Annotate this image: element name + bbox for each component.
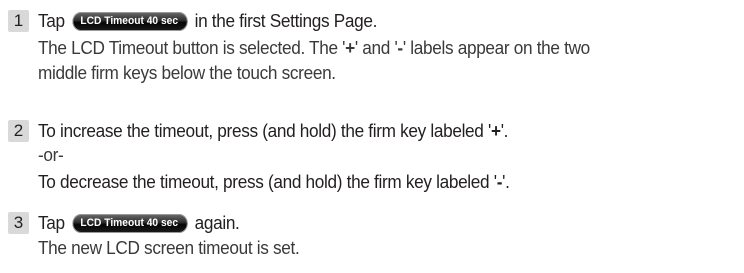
step-2: 2 To increase the timeout, press (and ho…: [0, 120, 744, 200]
button-label: LCD Timeout: [80, 216, 144, 229]
step-number: 1: [8, 10, 29, 32]
step-instruction: To increase the timeout, press (and hold…: [38, 120, 508, 142]
step-3: 3 Tap LCD Timeout 40 sec again. The new …: [0, 212, 744, 272]
step-instruction: Tap LCD Timeout 40 sec again.: [38, 212, 240, 234]
lcd-timeout-button[interactable]: LCD Timeout 40 sec: [72, 213, 188, 233]
plus-key-label: +: [490, 120, 501, 141]
button-value: 40 sec: [146, 216, 179, 229]
plus-key-label: +: [345, 37, 355, 58]
description-text: The LCD Timeout button is selected. The …: [38, 37, 346, 58]
instruction-text: To decrease the timeout, press (and hold…: [38, 171, 497, 192]
step-instruction: To decrease the timeout, press (and hold…: [38, 171, 510, 193]
step-number: 3: [8, 212, 29, 234]
step-description: middle firm keys below the touch screen.: [38, 62, 336, 83]
button-label: LCD Timeout: [80, 14, 144, 27]
or-separator: -or-: [38, 144, 64, 165]
instruction-text: Tap: [38, 10, 65, 31]
instruction-text: Tap: [38, 212, 65, 233]
description-text: ' and ': [354, 37, 398, 58]
instruction-text: '.: [500, 120, 509, 141]
instruction-text: again.: [194, 212, 240, 233]
lcd-timeout-button[interactable]: LCD Timeout 40 sec: [72, 11, 188, 31]
button-value: 40 sec: [146, 14, 179, 27]
step-description: The LCD Timeout button is selected. The …: [38, 37, 590, 59]
description-text: ' labels appear on the two: [402, 37, 590, 58]
step-description: The new LCD screen timeout is set.: [38, 237, 300, 258]
step-instruction: Tap LCD Timeout 40 sec in the first Sett…: [38, 10, 377, 32]
step-number: 2: [8, 120, 29, 142]
instruction-text: in the first Settings Page.: [194, 10, 378, 31]
instruction-text: '.: [502, 171, 510, 192]
step-1: 1 Tap LCD Timeout 40 sec in the first Se…: [0, 0, 744, 90]
instruction-text: To increase the timeout, press (and hold…: [38, 120, 491, 141]
